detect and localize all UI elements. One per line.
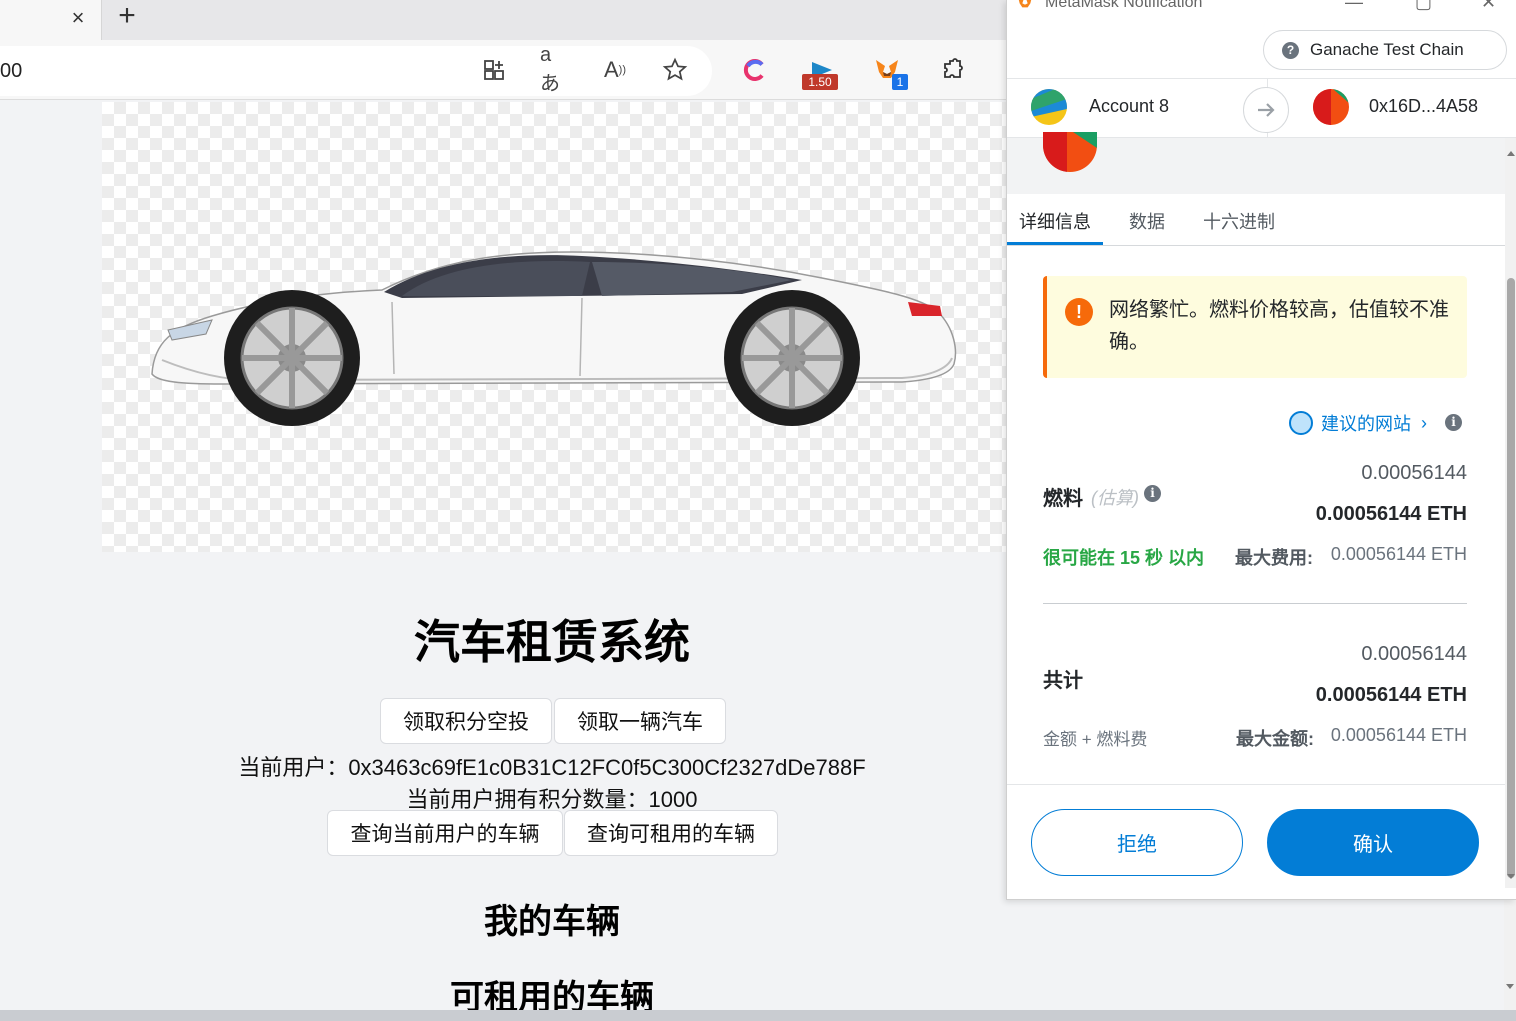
transfer-arrow-icon (1243, 87, 1289, 133)
favorite-star-icon[interactable] (660, 54, 690, 86)
contract-avatar (1043, 132, 1097, 172)
details-tabs: 详细信息 数据 十六进制 (1007, 194, 1505, 246)
query-available-cars-button[interactable]: 查询可租用的车辆 (564, 810, 778, 856)
claim-car-button[interactable]: 领取一辆汽车 (554, 698, 726, 744)
query-my-cars-button[interactable]: 查询当前用户的车辆 (327, 810, 563, 856)
globe-icon (1289, 411, 1313, 435)
gas-value: 0.00056144 (1361, 462, 1467, 484)
metamask-popup: MetaMask Notification — ▢ ✕ ? Ganache Te… (1006, 0, 1516, 900)
warning-text: 网络繁忙。燃料价格较高，估值较不准确。 (1109, 299, 1449, 353)
metamask-fox-icon (1018, 0, 1032, 8)
tab-details[interactable]: 详细信息 (1019, 208, 1091, 234)
from-account-avatar (1031, 89, 1067, 125)
active-tab-indicator (1007, 242, 1103, 245)
gas-value-eth: 0.00056144 ETH (1315, 503, 1467, 525)
total-value: 0.00056144 (1361, 643, 1467, 665)
new-tab-icon[interactable]: + (112, 0, 142, 32)
to-address: 0x16D...4A58 (1369, 96, 1479, 116)
network-name: Ganache Test Chain (1310, 40, 1464, 59)
browser-tab[interactable]: × (0, 0, 102, 40)
address-text: 00 (0, 60, 23, 82)
max-amount-label: 最大金额: (1236, 729, 1314, 749)
close-tab-icon[interactable]: × (64, 4, 92, 32)
question-icon: ? (1282, 42, 1299, 59)
speed-extension-icon[interactable]: 1.50 (802, 54, 840, 90)
page-title: 汽车租赁系统 (414, 616, 690, 668)
network-selector[interactable]: ? Ganache Test Chain (1263, 30, 1507, 70)
total-value-eth: 0.00056144 ETH (1315, 684, 1467, 706)
metamask-titlebar: MetaMask Notification — ▢ ✕ (1007, 0, 1516, 18)
translate-icon[interactable]: aあ (540, 44, 570, 95)
popup-scrollbar[interactable] (1505, 138, 1516, 888)
from-account-name: Account 8 (1089, 96, 1170, 116)
gas-estimate-label: (估算) (1091, 488, 1139, 508)
account-row: Account 8 0x16D...4A58 (1007, 78, 1516, 139)
contract-band (1007, 132, 1505, 194)
popup-scroll-thumb[interactable] (1507, 278, 1515, 878)
minimize-icon[interactable]: — (1345, 0, 1363, 13)
speed-badge: 1.50 (802, 74, 838, 90)
metamask-extension-icon[interactable]: 1 (872, 54, 908, 90)
network-busy-warning: ! 网络繁忙。燃料价格较高，估值较不准确。 (1043, 276, 1467, 378)
current-user-text: 当前用户：0x3463c69fE1c0B31C12FC0f5C300Cf2327… (238, 755, 866, 780)
close-window-icon[interactable]: ✕ (1481, 0, 1496, 13)
car-image (102, 102, 1006, 552)
apps-icon[interactable] (480, 54, 510, 86)
chevron-right-icon: › (1421, 412, 1427, 433)
to-account-avatar (1313, 89, 1349, 125)
suggested-site-link[interactable]: 建议的网站 › (1289, 410, 1427, 436)
page-scrollbar[interactable] (1504, 900, 1516, 1010)
extensions-puzzle-icon[interactable] (938, 54, 968, 86)
warning-icon: ! (1065, 298, 1093, 326)
tab-hex[interactable]: 十六进制 (1203, 208, 1275, 234)
max-fee-value: 0.00056144 ETH (1330, 544, 1467, 564)
gas-info-icon[interactable]: i (1144, 485, 1161, 502)
timing-estimate: 很可能在 15 秒 以内 (1043, 548, 1205, 568)
c-extension-icon[interactable] (740, 54, 770, 86)
max-fee-label: 最大费用: (1235, 548, 1313, 568)
read-aloud-icon[interactable]: A)) (600, 54, 630, 86)
confirm-button[interactable]: 确认 (1267, 809, 1479, 876)
taskbar-strip (0, 1010, 1516, 1021)
max-amount-value: 0.00056144 ETH (1330, 725, 1467, 745)
reject-button[interactable]: 拒绝 (1031, 809, 1243, 876)
footer-divider (1007, 784, 1505, 785)
airdrop-button[interactable]: 领取积分空投 (380, 698, 552, 744)
metamask-window-title: MetaMask Notification (1045, 0, 1203, 11)
metamask-badge: 1 (892, 74, 908, 90)
amount-plus-gas-label: 金额 + 燃料费 (1043, 730, 1148, 749)
gas-label: 燃料 (1043, 488, 1083, 510)
maximize-icon[interactable]: ▢ (1415, 0, 1432, 13)
my-cars-heading: 我的车辆 (484, 903, 620, 941)
section-divider (1043, 603, 1467, 604)
suggested-site-label: 建议的网站 (1321, 414, 1411, 434)
tab-data[interactable]: 数据 (1129, 208, 1165, 234)
site-info-icon[interactable]: i (1445, 414, 1462, 431)
total-label: 共计 (1043, 670, 1083, 692)
